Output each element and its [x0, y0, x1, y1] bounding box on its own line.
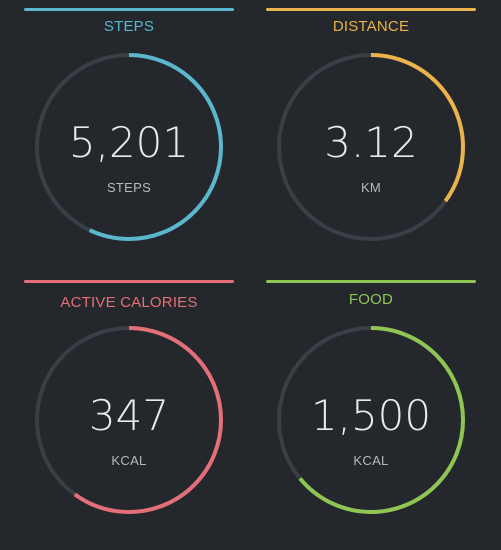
distance-ring: 3.12 KM — [276, 52, 466, 242]
food-card[interactable]: FOOD 1,500 KCAL — [266, 280, 476, 545]
active-calories-ring: 347 KCAL — [34, 325, 224, 515]
steps-title: STEPS — [103, 18, 155, 35]
distance-unit: KM — [360, 180, 382, 195]
distance-accent-bar — [266, 8, 476, 11]
steps-value: 5,201 — [68, 118, 190, 167]
steps-accent-bar — [24, 8, 234, 11]
food-value: 1,500 — [310, 391, 432, 440]
steps-unit: STEPS — [106, 180, 152, 195]
active-calories-card[interactable]: ACTIVE CALORIES 347 KCAL — [24, 280, 234, 545]
active-calories-title: ACTIVE CALORIES — [60, 294, 198, 311]
active-calories-value: 347 — [88, 391, 170, 440]
food-ring: 1,500 KCAL — [276, 325, 466, 515]
steps-ring: 5,201 STEPS — [34, 52, 224, 242]
distance-value: 3.12 — [324, 118, 418, 167]
steps-card[interactable]: STEPS 5,201 STEPS — [24, 8, 234, 273]
active-calories-accent-bar — [24, 280, 234, 283]
active-calories-unit: KCAL — [111, 453, 147, 468]
food-accent-bar — [266, 280, 476, 283]
food-title: FOOD — [348, 291, 394, 308]
distance-card[interactable]: DISTANCE 3.12 KM — [266, 8, 476, 273]
distance-title: DISTANCE — [332, 18, 410, 35]
food-unit: KCAL — [353, 453, 389, 468]
